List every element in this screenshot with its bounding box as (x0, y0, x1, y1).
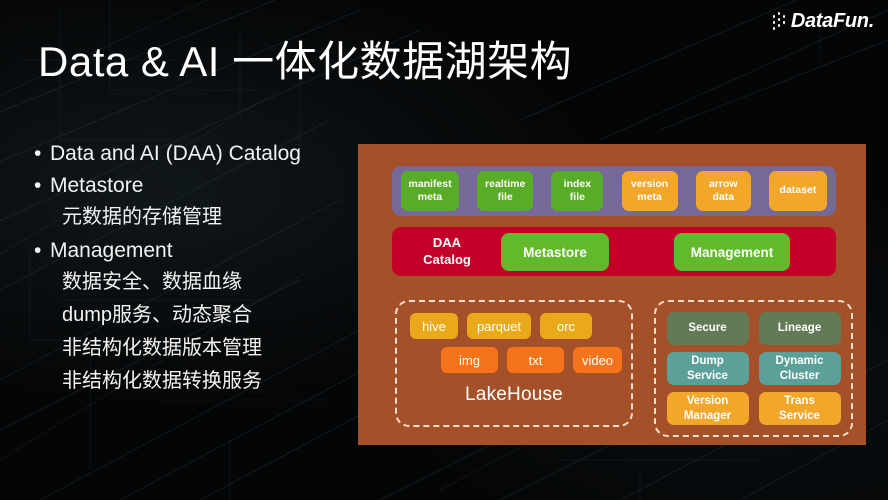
service-row: Version Manager Trans Service (666, 392, 841, 425)
service-line: Service (779, 409, 820, 422)
daa-label-line: Catalog (423, 251, 471, 267)
format-row: hive parquet orc (397, 313, 631, 339)
format-orc[interactable]: orc (540, 313, 592, 339)
format-hive[interactable]: hive (410, 313, 458, 339)
chip-version-meta[interactable]: version meta (621, 171, 678, 211)
chip-line: version (630, 177, 669, 190)
chip-line: realtime (485, 177, 526, 190)
chip-manifest-meta[interactable]: manifest meta (401, 171, 459, 211)
chip-line: index (563, 177, 592, 190)
service-row: Secure Lineage (666, 312, 841, 345)
chip-line: file (569, 191, 585, 203)
metastore-box[interactable]: Metastore (501, 233, 609, 271)
daa-catalog-label: DAA Catalog (406, 235, 488, 268)
logo-wordmark: DataFun. (790, 9, 874, 32)
service-line: Manager (683, 409, 732, 422)
chip-line: data (712, 191, 735, 203)
media-img[interactable]: img (441, 347, 498, 373)
daa-label-line: DAA (432, 235, 462, 251)
list-item: • Management (34, 240, 354, 261)
service-line: Dynamic (775, 355, 824, 368)
page-title: Data & AI 一体化数据湖架构 (38, 38, 573, 85)
bullet-list: • Data and AI (DAA) Catalog • Metastore … (34, 143, 354, 404)
list-item: • Metastore (34, 175, 354, 196)
sub-item: 非结构化数据版本管理 (62, 337, 262, 359)
service-line: Trans (784, 395, 815, 408)
service-line: Cluster (779, 369, 820, 382)
bullet-text: Data and AI (DAA) Catalog (50, 142, 301, 165)
media-txt[interactable]: txt (507, 347, 564, 373)
service-line: Dump (691, 355, 724, 368)
datafun-dots-icon (772, 12, 787, 30)
chip-line: meta (417, 191, 443, 203)
datafun-logo: DataFun. (772, 8, 874, 34)
service-line: Version (686, 395, 729, 408)
service-row: Dump Service Dynamic Cluster (666, 352, 841, 385)
service-line: Secure (688, 322, 727, 335)
chip-line: meta (637, 191, 662, 203)
service-dump-service[interactable]: Dump Service (666, 352, 749, 385)
chip-index-file[interactable]: index file (551, 171, 604, 211)
sub-item: 数据安全、数据血缘 (62, 271, 242, 293)
list-item: • Data and AI (DAA) Catalog (34, 143, 354, 164)
bullet-text: Management (50, 239, 173, 262)
chip-line: arrow (708, 177, 738, 190)
service-dynamic-cluster[interactable]: Dynamic Cluster (758, 352, 841, 385)
services-group: Secure Lineage Dump Service Dynamic Clus… (654, 300, 853, 437)
architecture-diagram: manifest meta realtime file index file v… (358, 144, 866, 445)
bullet-marker: • (34, 142, 42, 165)
metadata-band: manifest meta realtime file index file v… (392, 166, 836, 216)
lakehouse-group: hive parquet orc img txt video LakeHouse (395, 300, 633, 427)
chip-arrow-data[interactable]: arrow data (695, 171, 751, 211)
bullet-marker: • (34, 239, 42, 262)
management-box[interactable]: Management (674, 233, 790, 271)
service-version-manager[interactable]: Version Manager (666, 392, 749, 425)
sub-item: 非结构化数据转换服务 (62, 370, 262, 392)
media-row: img txt video (397, 347, 631, 373)
chip-line: manifest (408, 177, 452, 190)
service-line: Service (687, 369, 728, 382)
slide-canvas: DataFun. Data & AI 一体化数据湖架构 • Data and A… (0, 0, 888, 500)
service-secure[interactable]: Secure (666, 312, 749, 345)
bullet-marker: • (34, 174, 42, 197)
chip-line: file (497, 191, 513, 203)
sub-item: 元数据的存储管理 (62, 206, 222, 228)
service-lineage[interactable]: Lineage (758, 312, 841, 345)
format-parquet[interactable]: parquet (467, 313, 531, 339)
chip-dataset[interactable]: dataset (768, 171, 827, 211)
sub-item: dump服务、动态聚合 (62, 304, 253, 326)
chip-line: dataset (779, 184, 817, 197)
bullet-text: Metastore (50, 174, 144, 197)
lakehouse-label: LakeHouse (465, 384, 563, 405)
media-video[interactable]: video (573, 347, 622, 373)
service-line: Lineage (777, 322, 822, 335)
service-trans-service[interactable]: Trans Service (758, 392, 841, 425)
chip-realtime-file[interactable]: realtime file (477, 171, 534, 211)
